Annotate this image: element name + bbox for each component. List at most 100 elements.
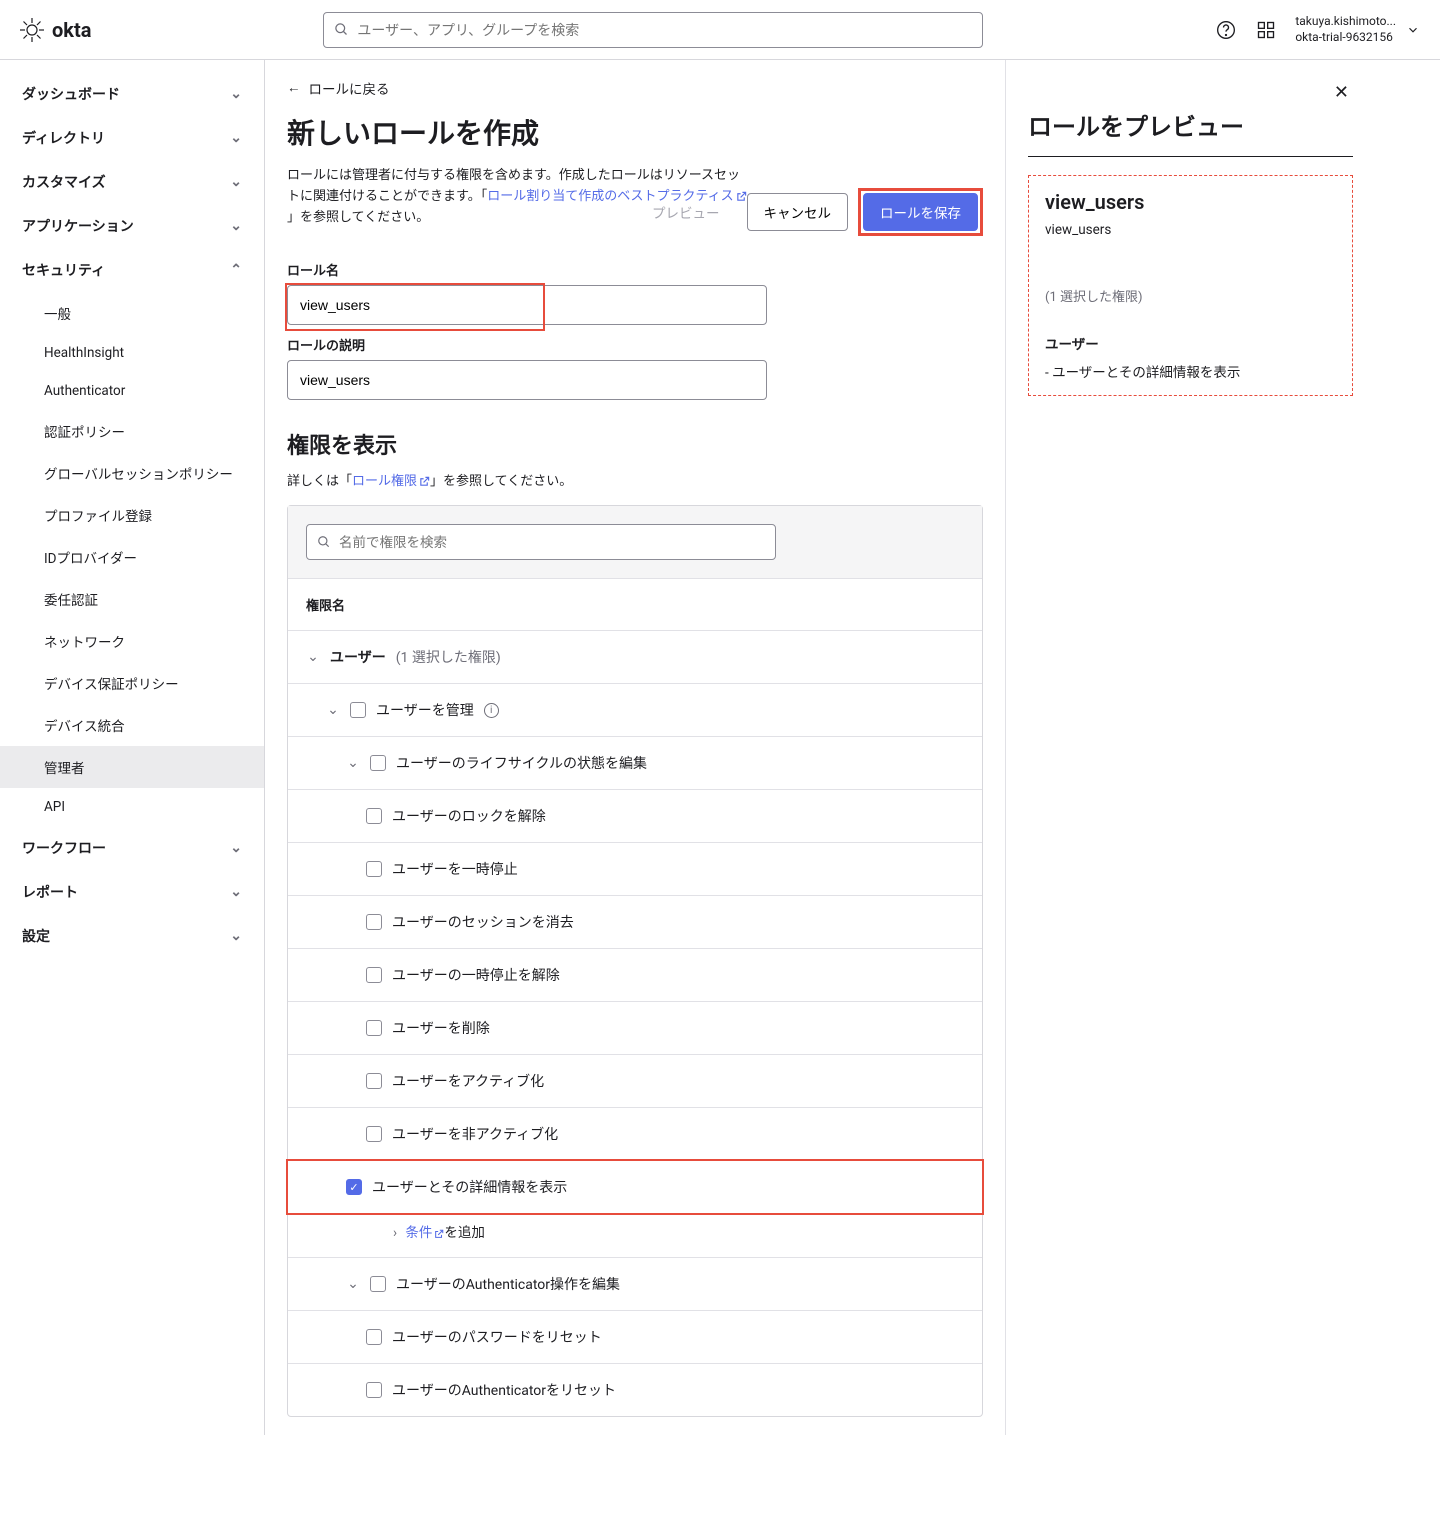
global-search-input[interactable]: [357, 22, 972, 38]
sidebar-sub-device-assurance[interactable]: デバイス保証ポリシー: [0, 662, 264, 704]
checkbox[interactable]: [366, 1329, 382, 1345]
checkbox[interactable]: [366, 914, 382, 930]
sidebar-item-reports[interactable]: レポート⌄: [0, 870, 264, 914]
checkbox-checked[interactable]: ✓: [346, 1179, 362, 1195]
sidebar-sub-global-session[interactable]: グローバルセッションポリシー: [0, 452, 264, 494]
sidebar-item-applications[interactable]: アプリケーション⌄: [0, 204, 264, 248]
page-title: 新しいロールを作成: [287, 112, 983, 152]
chevron-up-icon: ⌃: [230, 262, 242, 278]
sidebar-sub-network[interactable]: ネットワーク: [0, 620, 264, 662]
checkbox[interactable]: [370, 755, 386, 771]
role-preview-panel: ✕ ロールをプレビュー view_users view_users (1 選択し…: [1005, 60, 1375, 1435]
save-role-button[interactable]: ロールを保存: [863, 193, 978, 231]
search-icon: [317, 535, 331, 549]
add-condition-row: › 条件を追加: [288, 1213, 982, 1258]
checkbox[interactable]: [366, 1382, 382, 1398]
chevron-right-icon: ›: [388, 1225, 402, 1241]
sidebar-sub-administrators[interactable]: 管理者: [0, 746, 264, 788]
chevron-down-icon: ⌄: [230, 928, 242, 944]
perm-view-user-details[interactable]: ✓ ユーザーとその詳細情報を表示: [286, 1159, 984, 1215]
sidebar-sub-healthinsight[interactable]: HealthInsight: [0, 334, 264, 372]
role-desc-input[interactable]: [287, 360, 767, 400]
role-name-input[interactable]: [287, 285, 767, 325]
checkbox[interactable]: [366, 1073, 382, 1089]
condition-link[interactable]: 条件: [405, 1225, 444, 1241]
apps-grid-icon[interactable]: [1255, 19, 1277, 41]
perm-edit-authenticator[interactable]: ⌄ ユーザーのAuthenticator操作を編集: [288, 1258, 982, 1311]
perm-reset-authenticator[interactable]: ユーザーのAuthenticatorをリセット: [288, 1364, 982, 1416]
perm-reset-password[interactable]: ユーザーのパスワードをリセット: [288, 1311, 982, 1364]
sidebar-item-security[interactable]: セキュリティ⌃: [0, 248, 264, 292]
checkbox[interactable]: [366, 1020, 382, 1036]
permission-group-users[interactable]: ⌄ ユーザー (1 選択した権限): [288, 631, 982, 684]
role-name-label: ロール名: [287, 260, 983, 279]
perm-unsuspend-user[interactable]: ユーザーの一時停止を解除: [288, 949, 982, 1002]
cancel-button[interactable]: キャンセル: [747, 193, 849, 231]
perm-manage-users[interactable]: ⌄ ユーザーを管理 i: [288, 684, 982, 737]
preview-selected-count: (1 選択した権限): [1045, 286, 1336, 305]
checkbox[interactable]: [366, 1126, 382, 1142]
sidebar-item-settings[interactable]: 設定⌄: [0, 914, 264, 958]
perm-edit-lifecycle[interactable]: ⌄ ユーザーのライフサイクルの状態を編集: [288, 737, 982, 790]
perm-deactivate-user[interactable]: ユーザーを非アクティブ化: [288, 1108, 982, 1161]
chevron-down-icon: ⌄: [230, 884, 242, 900]
sidebar-sub-device-integration[interactable]: デバイス統合: [0, 704, 264, 746]
arrow-left-icon: ←: [287, 80, 301, 96]
highlight-save: ロールを保存: [858, 188, 983, 236]
preview-role-desc: view_users: [1045, 222, 1336, 238]
chevron-down-icon: ⌄: [326, 702, 340, 718]
user-menu[interactable]: takuya.kishimoto... okta-trial-9632156: [1295, 14, 1420, 45]
preview-category: ユーザー: [1045, 333, 1336, 353]
checkbox[interactable]: [366, 808, 382, 824]
sidebar: ダッシュボード⌄ ディレクトリ⌄ カスタマイズ⌄ アプリケーション⌄ セキュリテ…: [0, 60, 265, 1435]
user-name: takuya.kishimoto...: [1295, 14, 1396, 30]
role-desc-label: ロールの説明: [287, 335, 983, 354]
checkbox[interactable]: [366, 861, 382, 877]
role-permissions-link[interactable]: ロール権限: [352, 474, 430, 489]
sidebar-item-directory[interactable]: ディレクトリ⌄: [0, 116, 264, 160]
sidebar-item-workflow[interactable]: ワークフロー⌄: [0, 826, 264, 870]
preview-button: プレビュー: [635, 193, 737, 231]
chevron-down-icon: ⌄: [230, 218, 242, 234]
back-to-roles[interactable]: ← ロールに戻る: [287, 78, 983, 98]
sidebar-sub-api[interactable]: API: [0, 788, 264, 826]
sidebar-sub-general[interactable]: 一般: [0, 292, 264, 334]
permissions-panel: 権限名 ⌄ ユーザー (1 選択した権限) ⌄ ユーザーを管理 i ⌄ ユーザー…: [287, 505, 983, 1417]
perm-activate-user[interactable]: ユーザーをアクティブ化: [288, 1055, 982, 1108]
brand-logo[interactable]: okta: [20, 18, 91, 42]
permission-search[interactable]: [306, 524, 776, 560]
sidebar-sub-delegated-auth[interactable]: 委任認証: [0, 578, 264, 620]
user-org: okta-trial-9632156: [1295, 30, 1396, 46]
chevron-down-icon: ⌄: [346, 1276, 360, 1292]
chevron-down-icon: ⌄: [230, 840, 242, 856]
sidebar-sub-identity-providers[interactable]: IDプロバイダー: [0, 536, 264, 578]
chevron-down-icon: [1406, 23, 1420, 37]
external-link-icon: [434, 1229, 444, 1239]
checkbox[interactable]: [370, 1276, 386, 1292]
sidebar-sub-auth-policy[interactable]: 認証ポリシー: [0, 410, 264, 452]
chevron-down-icon: ⌄: [230, 86, 242, 102]
sidebar-item-dashboard[interactable]: ダッシュボード⌄: [0, 72, 264, 116]
sidebar-item-customize[interactable]: カスタマイズ⌄: [0, 160, 264, 204]
topbar: okta takuya.kishimoto... okta-trial-9632…: [0, 0, 1440, 60]
perm-unlock-user[interactable]: ユーザーのロックを解除: [288, 790, 982, 843]
checkbox[interactable]: [366, 967, 382, 983]
global-search[interactable]: [323, 12, 983, 48]
preview-box: view_users view_users (1 選択した権限) ユーザー - …: [1028, 175, 1353, 396]
perm-suspend-user[interactable]: ユーザーを一時停止: [288, 843, 982, 896]
permissions-title: 権限を表示: [287, 428, 983, 460]
brand-text: okta: [52, 18, 91, 42]
permissions-column-header: 権限名: [288, 578, 982, 631]
preview-permission-item: - ユーザーとその詳細情報を表示: [1045, 361, 1336, 381]
help-icon[interactable]: [1215, 19, 1237, 41]
permission-search-input[interactable]: [339, 535, 765, 550]
chevron-down-icon: ⌄: [230, 174, 242, 190]
perm-clear-sessions[interactable]: ユーザーのセッションを消去: [288, 896, 982, 949]
external-link-icon: [419, 476, 430, 487]
close-icon[interactable]: ✕: [1330, 78, 1353, 107]
perm-delete-user[interactable]: ユーザーを削除: [288, 1002, 982, 1055]
info-icon[interactable]: i: [484, 703, 499, 718]
sidebar-sub-authenticator[interactable]: Authenticator: [0, 372, 264, 410]
sidebar-sub-profile-enrollment[interactable]: プロファイル登録: [0, 494, 264, 536]
checkbox[interactable]: [350, 702, 366, 718]
